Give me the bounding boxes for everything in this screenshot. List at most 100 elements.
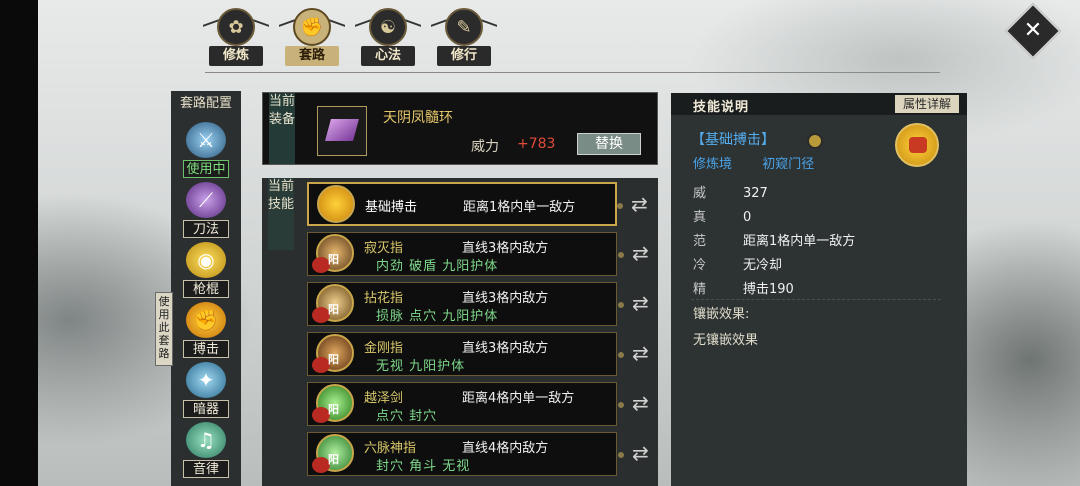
gem-icon xyxy=(807,133,823,149)
skill-range: 直线3格内敌方 xyxy=(462,341,549,356)
skill-range: 直线4格内敌方 xyxy=(462,441,549,456)
sidebar-item-spear[interactable]: ◉ 枪棍 xyxy=(178,242,234,300)
power-value: +783 xyxy=(517,136,556,152)
fist-skill-icon xyxy=(317,185,355,223)
chain-connector xyxy=(618,452,624,458)
stat-value: 0 xyxy=(743,210,752,225)
stat-row: 真0 xyxy=(693,206,751,225)
sidebar-item-label: 枪棍 xyxy=(183,280,229,298)
close-icon: ✕ xyxy=(1023,18,1043,43)
blade-icon: ⟋ xyxy=(186,182,226,218)
header-divider xyxy=(205,72,940,73)
stat-row: 冷 无冷却 xyxy=(693,254,782,273)
stat-row: 范 距离1格内单一敌方 xyxy=(693,230,855,249)
skill-tags: 封穴 角斗 无视 xyxy=(376,459,471,474)
skill-row-yueze-sword[interactable]: 阳 越泽剑 距离4格内单一敌方 点穴 封穴 ⇄ xyxy=(307,382,649,426)
skill-row-vajra-finger[interactable]: 阳 金刚指 直线3格内敌方 无视 九阳护体 ⇄ xyxy=(307,332,649,376)
wing-ornament xyxy=(253,19,269,37)
tab-label: 修炼 xyxy=(209,46,263,66)
equipment-slot[interactable] xyxy=(317,106,367,156)
power-label: 威力 xyxy=(471,139,499,155)
swap-skill-icon[interactable]: ⇄ xyxy=(632,341,656,365)
swap-button[interactable]: 替换 xyxy=(577,133,641,155)
inlay-title: 镶嵌效果: xyxy=(693,307,750,322)
swap-skill-icon[interactable]: ⇄ xyxy=(632,391,656,415)
wing-ornament xyxy=(329,19,345,37)
sidebar-item-music[interactable]: ♫ 音律 xyxy=(178,422,234,480)
current-skills-label: 当前技能 xyxy=(268,178,294,250)
skill-tags: 损脉 点穴 九阳护体 xyxy=(376,309,499,324)
use-this-route-tab[interactable]: 使用此套路 xyxy=(155,292,173,366)
skill-tags: 内劲 破盾 九阳护体 xyxy=(376,259,499,274)
ring-icon xyxy=(325,119,359,141)
chain-connector xyxy=(618,402,624,408)
skill-row-six-meridian[interactable]: 阳 六脉神指 直线4格内敌方 封穴 角斗 无视 ⇄ xyxy=(307,432,649,476)
skill-row-flower-finger[interactable]: 阳 拈花指 直线3格内敌方 损脉 点穴 九阳护体 ⇄ xyxy=(307,282,649,326)
wing-ornament xyxy=(405,19,421,37)
yang-label: 阳 xyxy=(328,253,339,266)
attribute-details-button[interactable]: 属性详解 xyxy=(894,95,959,113)
yang-label: 阳 xyxy=(328,353,339,366)
fist-icon: ✊ xyxy=(186,302,226,338)
tab-practice[interactable]: ✎ 修行 xyxy=(431,6,497,68)
stat-value: 距离1格内单一敌方 xyxy=(743,234,856,249)
stat-value: 327 xyxy=(743,186,768,201)
divider xyxy=(691,299,941,301)
skill-range: 直线3格内敌方 xyxy=(462,291,549,306)
tab-routine[interactable]: ✊ 套路 xyxy=(279,6,345,68)
inlay-value: 无镶嵌效果 xyxy=(693,333,759,348)
yang-label: 阳 xyxy=(328,453,339,466)
detail-header: 技能说明 属性详解 xyxy=(671,93,967,115)
sidebar-item-label: 刀法 xyxy=(183,220,229,238)
skill-range: 直线3格内敌方 xyxy=(462,241,549,256)
skill-row-silent-finger[interactable]: 阳 寂灭指 直线3格内敌方 内劲 破盾 九阳护体 ⇄ xyxy=(307,232,649,276)
music-icon: ♫ xyxy=(186,422,226,458)
tab-cultivate[interactable]: ✿ 修炼 xyxy=(203,6,269,68)
sidebar-item-label: 暗器 xyxy=(183,400,229,418)
fist-icon xyxy=(909,137,927,153)
spear-icon: ◉ xyxy=(186,242,226,278)
detail-skill-name: 【基础搏击】 xyxy=(691,132,775,148)
chain-connector xyxy=(617,203,623,209)
sidebar-item-hidden-weapon[interactable]: ✦ 暗器 xyxy=(178,362,234,420)
skill-range: 距离4格内单一敌方 xyxy=(462,391,575,406)
sidebar-item-fist[interactable]: ✊ 搏击 xyxy=(178,302,234,360)
yang-label: 阳 xyxy=(328,403,339,416)
yang-label: 阳 xyxy=(328,303,339,316)
swap-skill-icon[interactable]: ⇄ xyxy=(632,441,656,465)
left-edge-strip xyxy=(0,0,38,486)
skill-name: 越泽剑 xyxy=(364,391,404,406)
stat-key: 真 xyxy=(693,210,707,225)
fist-skill-icon xyxy=(895,123,939,167)
lotus-emblem-icon: ✿ xyxy=(217,8,255,46)
scroll-emblem-icon: ✎ xyxy=(445,8,483,46)
swap-skill-icon[interactable]: ⇄ xyxy=(632,291,656,315)
skill-name: 基础搏击 xyxy=(365,200,418,215)
sidebar-item-blade[interactable]: ⟋ 刀法 xyxy=(178,182,234,240)
current-skills-panel: 当前技能 基础搏击 距离1格内单一敌方 ⇄ 阳 寂灭指 直线3格内敌方 内劲 破… xyxy=(262,178,658,486)
proficiency-label: 初窥门径 xyxy=(762,157,815,172)
stat-row: 威 327 xyxy=(693,182,768,201)
sidebar-item-in-use[interactable]: ⚔ 使用中 xyxy=(178,122,234,180)
skill-row-basic-strike[interactable]: 基础搏击 距离1格内单一敌方 ⇄ xyxy=(307,182,648,226)
sword-icon: ⚔ xyxy=(186,122,226,158)
realm-label: 修炼境 xyxy=(693,157,733,172)
swirl-emblem-icon: ☯ xyxy=(369,8,407,46)
sidebar-item-label: 使用中 xyxy=(183,160,229,178)
sidebar-title: 套路配置 xyxy=(179,96,232,111)
sidebar-item-label: 搏击 xyxy=(183,340,229,358)
swap-skill-icon[interactable]: ⇄ xyxy=(631,192,655,216)
stat-value: 搏击190 xyxy=(743,282,794,297)
stat-key: 威 xyxy=(693,186,707,201)
tab-heart-method[interactable]: ☯ 心法 xyxy=(355,6,421,68)
skill-name: 六脉神指 xyxy=(364,441,417,456)
stat-row: 精 搏击190 xyxy=(693,278,794,297)
stat-key: 冷 xyxy=(693,258,707,273)
skill-tags: 无视 九阳护体 xyxy=(376,359,466,374)
skill-name: 寂灭指 xyxy=(364,241,404,256)
stat-value: 无冷却 xyxy=(743,258,783,273)
dart-icon: ✦ xyxy=(186,362,226,398)
swap-skill-icon[interactable]: ⇄ xyxy=(632,241,656,265)
tab-label: 修行 xyxy=(437,46,491,66)
tab-label: 套路 xyxy=(285,46,339,66)
